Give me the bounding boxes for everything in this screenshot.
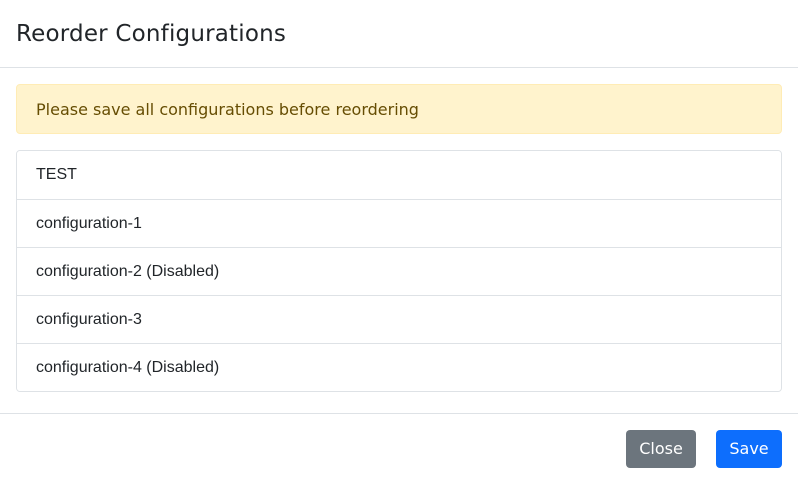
warning-alert: Please save all configurations before re… bbox=[16, 84, 782, 134]
modal-title: Reorder Configurations bbox=[16, 20, 287, 47]
modal-header: Reorder Configurations bbox=[0, 0, 798, 68]
configuration-label: TEST bbox=[36, 166, 77, 183]
save-button[interactable]: Save bbox=[716, 429, 782, 468]
configuration-list-item[interactable]: configuration-1 bbox=[17, 199, 781, 247]
configuration-list-item[interactable]: configuration-4 (Disabled) bbox=[17, 343, 781, 391]
configuration-label: configuration-3 bbox=[36, 310, 142, 328]
configuration-list-item[interactable]: configuration-2 (Disabled) bbox=[17, 247, 781, 295]
configuration-label: configuration-4 (Disabled) bbox=[36, 358, 220, 376]
close-button[interactable]: Close bbox=[626, 429, 696, 468]
reorder-configurations-modal: Reorder Configurations Please save all c… bbox=[0, 0, 798, 483]
modal-footer: Close Save bbox=[0, 413, 798, 483]
configuration-list: TEST configuration-1 configuration-2 (Di… bbox=[16, 150, 782, 392]
configuration-list-item[interactable]: TEST bbox=[17, 151, 781, 199]
configuration-label: configuration-1 bbox=[36, 214, 142, 232]
warning-alert-message: Please save all configurations before re… bbox=[36, 99, 419, 119]
configuration-label: configuration-2 (Disabled) bbox=[36, 262, 220, 280]
configuration-list-item[interactable]: configuration-3 bbox=[17, 295, 781, 343]
modal-body: Please save all configurations before re… bbox=[0, 68, 798, 408]
